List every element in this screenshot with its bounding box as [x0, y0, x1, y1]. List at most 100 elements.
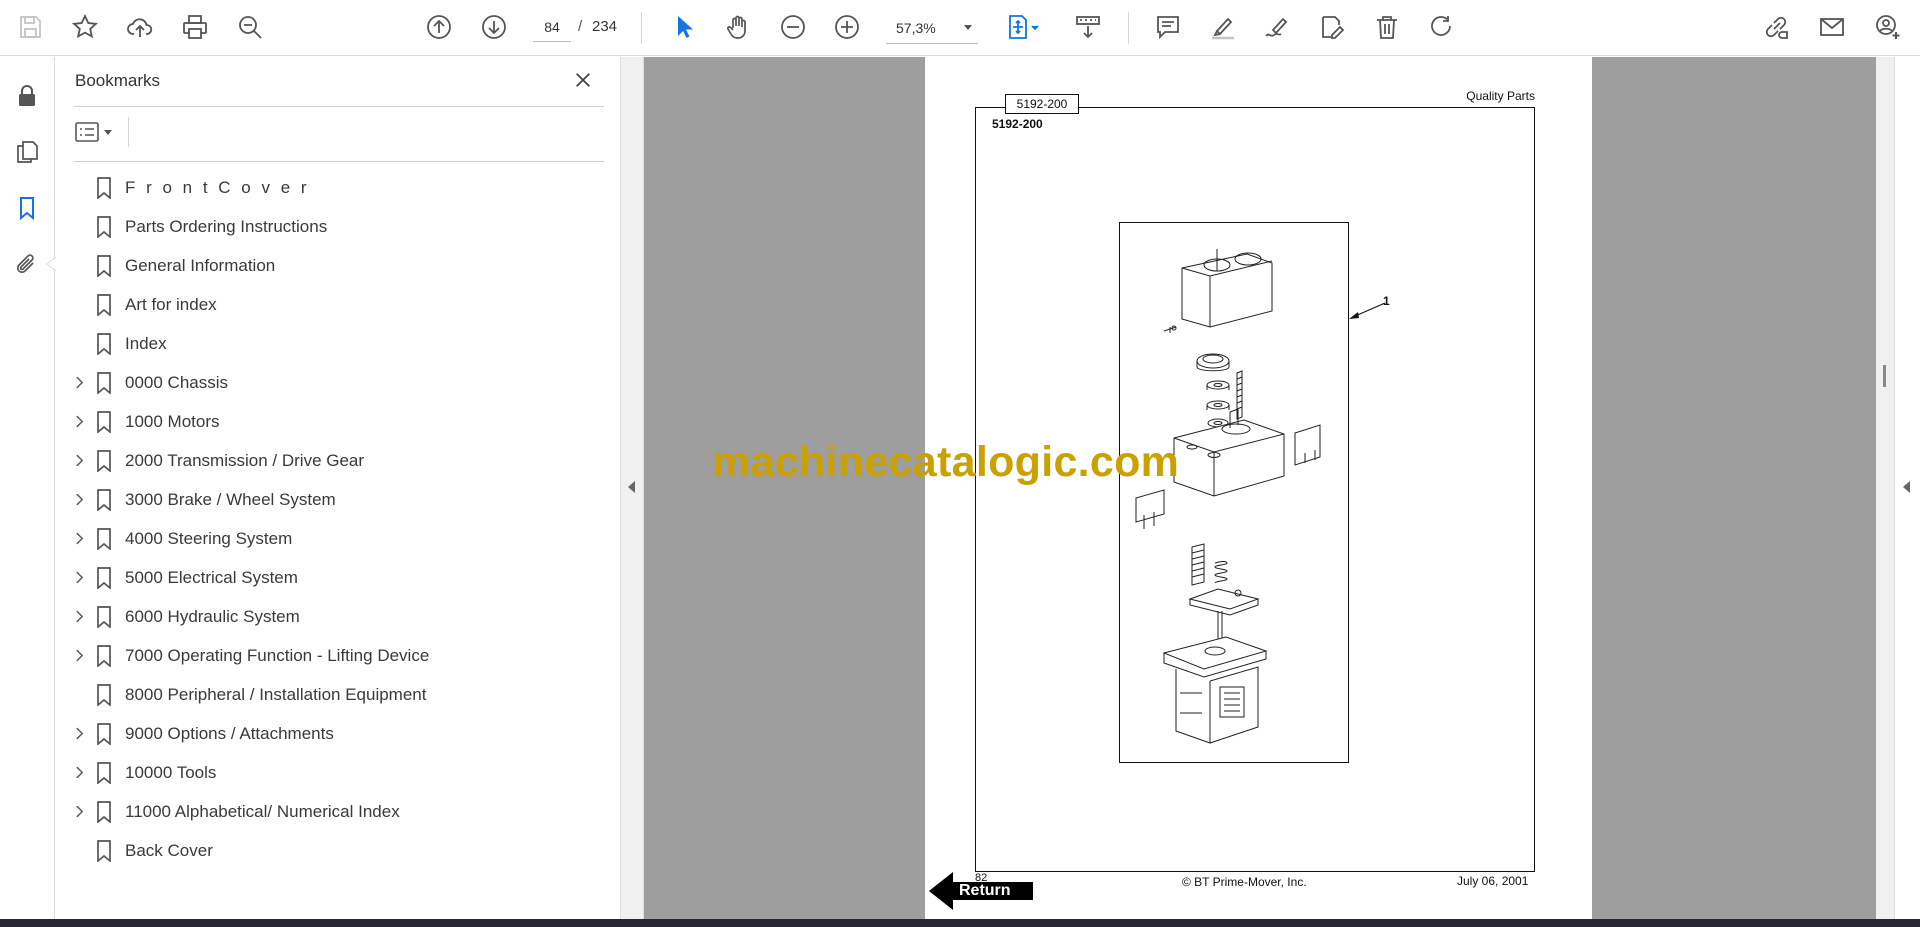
scrollbar-thumb[interactable] — [1883, 365, 1886, 387]
page-number-input[interactable] — [533, 12, 571, 42]
vertical-scrollbar[interactable] — [1876, 57, 1894, 919]
redo-icon[interactable] — [1424, 9, 1460, 45]
draw-pen-icon[interactable] — [1259, 9, 1295, 45]
bookmark-label: Art for index — [125, 294, 217, 314]
chevron-right-icon[interactable] — [72, 571, 86, 585]
bookmark-list: F r o n t C o v e r Parts Ordering Instru… — [56, 168, 620, 870]
zoom-out-icon[interactable] — [775, 9, 811, 45]
fit-page-icon[interactable] — [1000, 9, 1046, 45]
delete-icon[interactable] — [1369, 9, 1405, 45]
bookmark-item[interactable]: 5000 Electrical System — [56, 558, 620, 597]
bookmark-item[interactable]: 3000 Brake / Wheel System — [56, 480, 620, 519]
bookmark-item[interactable]: F r o n t C o v e r — [56, 168, 620, 207]
return-button-label[interactable]: Return — [959, 882, 1011, 900]
zoom-level-dropdown[interactable]: 57,3% — [886, 12, 978, 44]
email-icon[interactable] — [1814, 9, 1850, 45]
bookmark-icon — [97, 527, 111, 550]
bookmark-item[interactable]: 8000 Peripheral / Installation Equipment — [56, 675, 620, 714]
bookmark-item[interactable]: 0000 Chassis — [56, 363, 620, 402]
page-thumbnails-icon[interactable] — [10, 135, 44, 169]
page-header-right: Quality Parts — [1466, 89, 1535, 103]
left-navigation-rail — [0, 57, 56, 919]
list-options-icon — [75, 122, 99, 142]
cloud-upload-icon[interactable] — [122, 9, 158, 45]
bookmark-icon — [97, 410, 111, 433]
bookmark-icon — [97, 254, 111, 277]
chevron-right-icon[interactable] — [72, 493, 86, 507]
taskbar-strip — [0, 919, 1920, 927]
bookmark-item[interactable]: Parts Ordering Instructions — [56, 207, 620, 246]
chevron-right-icon[interactable] — [72, 376, 86, 390]
bookmark-label: 10000 Tools — [125, 762, 217, 782]
lock-icon[interactable] — [10, 79, 44, 113]
collapse-arrow-icon — [628, 481, 635, 493]
bookmark-icon — [97, 449, 111, 472]
bookmark-label: 3000 Brake / Wheel System — [125, 489, 336, 509]
close-icon[interactable] — [570, 67, 596, 93]
chevron-right-icon[interactable] — [72, 766, 86, 780]
bookmark-item[interactable]: Art for index — [56, 285, 620, 324]
bookmark-item[interactable]: Index — [56, 324, 620, 363]
chevron-right-icon[interactable] — [72, 415, 86, 429]
zoom-in-icon[interactable] — [829, 9, 865, 45]
chevron-right-icon[interactable] — [72, 532, 86, 546]
bookmark-icon — [97, 293, 111, 316]
bookmark-icon — [97, 644, 111, 667]
highlight-pen-icon[interactable] — [1205, 9, 1241, 45]
bookmark-panel-icon[interactable] — [10, 191, 44, 225]
bookmarks-panel-title: Bookmarks — [75, 71, 161, 90]
bookmark-icon — [97, 488, 111, 511]
share-link-icon[interactable] — [1758, 9, 1794, 45]
watermark-text: machinecatalogic.com — [712, 438, 1180, 486]
bookmark-label: Parts Ordering Instructions — [125, 216, 328, 236]
bookmark-item[interactable]: 6000 Hydraulic System — [56, 597, 620, 636]
edit-document-icon[interactable] — [1314, 9, 1350, 45]
bookmark-icon — [97, 176, 111, 199]
bookmark-item[interactable]: 4000 Steering System — [56, 519, 620, 558]
bookmark-label: Index — [125, 333, 167, 353]
footer-date: July 06, 2001 — [1457, 874, 1529, 888]
chevron-right-icon[interactable] — [72, 454, 86, 468]
bookmark-item[interactable]: Back Cover — [56, 831, 620, 870]
bookmark-icon — [97, 722, 111, 745]
bookmark-label: General Information — [125, 255, 276, 275]
bookmark-item[interactable]: 10000 Tools — [56, 753, 620, 792]
chevron-right-icon[interactable] — [72, 805, 86, 819]
bookmark-options-button[interactable] — [75, 117, 121, 147]
bookmark-item[interactable]: 7000 Operating Function - Lifting Device — [56, 636, 620, 675]
previous-page-icon[interactable] — [421, 9, 457, 45]
right-panel-toggle[interactable] — [1894, 57, 1920, 919]
active-panel-pointer — [46, 257, 56, 271]
bookmark-item[interactable]: 2000 Transmission / Drive Gear — [56, 441, 620, 480]
comment-icon[interactable] — [1150, 9, 1186, 45]
section-tab: 5192-200 — [1005, 94, 1079, 114]
bookmark-label: 5000 Electrical System — [125, 567, 298, 587]
add-user-icon[interactable] — [1870, 9, 1906, 45]
scroll-mode-icon[interactable] — [1070, 9, 1106, 45]
save-icon[interactable] — [12, 9, 48, 45]
star-icon[interactable] — [67, 9, 103, 45]
next-page-icon[interactable] — [476, 9, 512, 45]
chevron-right-icon[interactable] — [72, 610, 86, 624]
main-toolbar: / 234 57,3% — [0, 0, 1920, 56]
bookmark-item[interactable]: General Information — [56, 246, 620, 285]
chevron-right-icon[interactable] — [72, 649, 86, 663]
panel-collapse-splitter[interactable] — [620, 57, 644, 919]
document-viewport[interactable]: Quality Parts 5192-200 5192-200 1 82 © B… — [644, 57, 1876, 919]
bookmark-item[interactable]: 11000 Alphabetical/ Numerical Index — [56, 792, 620, 831]
chevron-down-icon — [964, 25, 972, 30]
bookmark-icon — [97, 683, 111, 706]
chevron-right-icon[interactable] — [72, 727, 86, 741]
hand-tool-icon[interactable] — [720, 9, 756, 45]
bookmark-icon — [97, 605, 111, 628]
zoom-search-icon[interactable] — [232, 9, 268, 45]
print-icon[interactable] — [177, 9, 213, 45]
bookmarks-panel: Bookmarks F r o n t C o v e r Parts Order… — [56, 57, 620, 919]
bookmark-item[interactable]: 9000 Options / Attachments — [56, 714, 620, 753]
select-cursor-icon[interactable] — [666, 9, 702, 45]
bookmark-icon — [97, 215, 111, 238]
attachment-icon[interactable] — [10, 247, 44, 281]
callout-number: 1 — [1383, 294, 1390, 308]
bookmark-item[interactable]: 1000 Motors — [56, 402, 620, 441]
bookmark-icon — [97, 566, 111, 589]
